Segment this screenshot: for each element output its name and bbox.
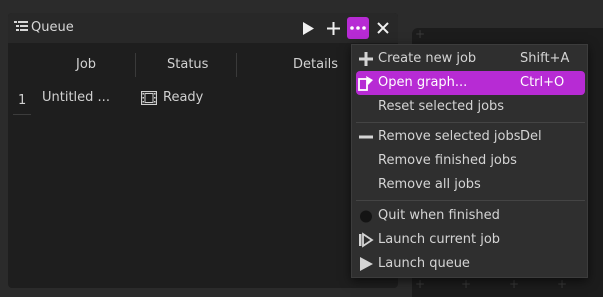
grid-cross: + [415,27,426,41]
column-header-job[interactable]: Job [76,57,96,72]
plus-icon [326,21,340,35]
queue-panel: Queue Job Status Details 1 Untitled ... … [8,13,398,288]
column-divider[interactable] [135,53,136,77]
checkbox-icon[interactable] [358,208,374,224]
minus-icon [359,135,373,139]
menu-item-remove-all-jobs[interactable]: Remove all jobs [356,173,585,197]
menu-item-create-new-job[interactable]: Create new job Shift+A [356,47,585,71]
film-icon [141,91,157,105]
menu-item-launch-current-job[interactable]: Launch current job [356,228,585,252]
job-name-cell: Untitled ... [42,90,110,105]
menu-separator [356,200,585,201]
menu-item-quit-when-finished[interactable]: Quit when finished [356,204,585,228]
queue-options-menu: Create new job Shift+A Open graph... Ctr… [351,44,588,278]
play-icon [360,257,373,271]
add-job-button[interactable] [322,17,344,39]
grid-cross: + [415,277,426,291]
play-button[interactable] [297,17,319,39]
grid-cross: + [461,277,472,291]
panel-titlebar: Queue [8,13,398,43]
status-cell: Ready [163,90,204,105]
more-dots-icon [350,26,366,30]
more-options-button[interactable] [347,17,369,39]
menu-item-launch-queue[interactable]: Launch queue [356,252,585,276]
close-panel-button[interactable] [372,17,394,39]
menu-item-reset-selected-jobs[interactable]: Reset selected jobs [356,95,585,119]
row-index: 1 [18,93,27,108]
play-icon [303,21,314,35]
column-header-status[interactable]: Status [167,57,208,72]
queue-list-icon [14,21,28,31]
panel-title: Queue [31,20,74,35]
menu-item-remove-selected-jobs[interactable]: Remove selected jobs Del [356,125,585,149]
menu-item-remove-finished-jobs[interactable]: Remove finished jobs [356,149,585,173]
close-icon [377,22,389,34]
grid-cross: + [509,277,520,291]
row-index-underline [13,114,31,115]
menu-item-open-graph[interactable]: Open graph... Ctrl+O [356,71,585,95]
column-divider[interactable] [236,53,237,77]
open-graph-icon [358,76,373,91]
table-row[interactable]: 1 Untitled ... Ready [8,85,398,115]
plus-icon [359,52,373,66]
grid-cross: + [557,277,568,291]
table-header: Job Status Details [8,51,398,79]
column-header-details[interactable]: Details [293,57,338,72]
menu-separator [356,122,585,123]
step-forward-icon [359,232,374,248]
